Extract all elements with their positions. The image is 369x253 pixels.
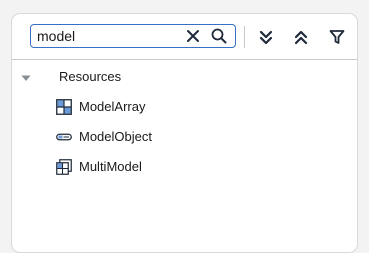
tree-root-label: Resources bbox=[59, 69, 122, 84]
expand-triangle-icon[interactable] bbox=[20, 71, 32, 83]
tree-item-modelobject[interactable]: ModelObject bbox=[12, 125, 357, 149]
resource-browser-panel: Resources ModelArray Mode bbox=[11, 13, 358, 253]
toolbar bbox=[12, 14, 357, 60]
search-box[interactable] bbox=[30, 24, 236, 48]
multi-model-icon bbox=[56, 159, 72, 175]
tree-item-label: ModelObject bbox=[79, 129, 152, 144]
model-object-icon bbox=[56, 129, 72, 145]
tree-item-label: ModelArray bbox=[79, 99, 146, 114]
double-chevron-up-icon[interactable] bbox=[290, 26, 312, 48]
close-icon[interactable] bbox=[183, 26, 203, 46]
tree-item-label: MultiModel bbox=[79, 159, 142, 174]
tree-item-multimodel[interactable]: MultiModel bbox=[12, 155, 357, 179]
tree-root-resources[interactable]: Resources bbox=[12, 65, 357, 89]
toolbar-divider bbox=[244, 26, 245, 48]
search-input[interactable] bbox=[37, 26, 177, 45]
search-icon[interactable] bbox=[209, 26, 229, 46]
tree-item-modelarray[interactable]: ModelArray bbox=[12, 95, 357, 119]
double-chevron-down-icon[interactable] bbox=[255, 26, 277, 48]
model-array-icon bbox=[56, 99, 72, 115]
filter-icon[interactable] bbox=[326, 26, 348, 48]
